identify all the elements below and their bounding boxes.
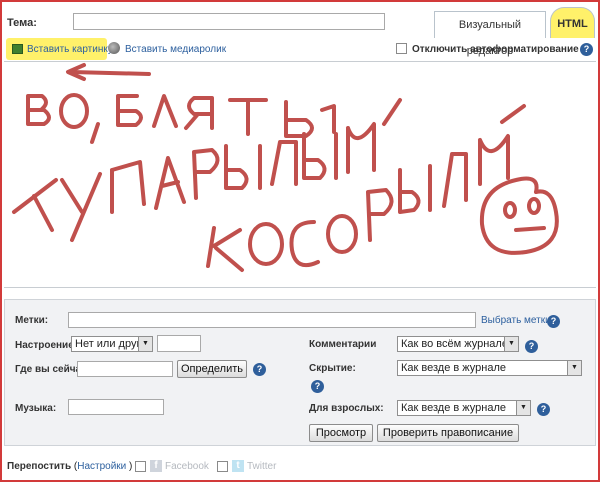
mood-custom-input[interactable] xyxy=(157,335,201,352)
comments-label: Комментарии xyxy=(309,339,377,350)
facebook-checkbox[interactable] xyxy=(135,461,146,472)
post-options-panel: Метки: Выбрать метки ? Настроение: Нет и… xyxy=(4,299,596,446)
arrow-line xyxy=(70,70,151,76)
chevron-down-icon: ▼ xyxy=(567,361,581,375)
subject-label: Тема: xyxy=(7,17,37,29)
chevron-down-icon: ▼ xyxy=(516,401,530,415)
tags-label: Метки: xyxy=(15,315,49,326)
image-icon xyxy=(12,44,23,54)
choose-tags-link[interactable]: Выбрать метки xyxy=(481,315,551,326)
twitter-label: Twitter xyxy=(247,461,277,472)
scribble-drawing xyxy=(12,63,559,272)
adult-content-select-value: Как везде в журнале xyxy=(401,402,506,414)
comments-select-value: Как во всём журнале xyxy=(401,338,508,350)
settings-paren-close: ) xyxy=(129,461,133,472)
spellcheck-button[interactable]: Проверить правописание xyxy=(377,424,519,442)
twitter-icon: t xyxy=(232,460,244,472)
autoformat-checkbox[interactable] xyxy=(396,43,407,54)
tab-html[interactable]: HTML xyxy=(550,7,595,38)
privacy-label: Скрытие: xyxy=(309,363,356,374)
music-input[interactable] xyxy=(68,399,164,415)
autoformat-label: Отключить автоформатирование xyxy=(412,44,579,55)
preview-button[interactable]: Просмотр xyxy=(309,424,373,442)
adult-content-label: Для взрослых: xyxy=(309,403,384,414)
crosspost-row: Перепостить (Настройки ) xyxy=(7,461,132,472)
crosspost-label: Перепостить xyxy=(7,461,72,472)
facebook-icon: f xyxy=(150,460,162,472)
twitter-checkbox[interactable] xyxy=(217,461,228,472)
adult-content-select[interactable]: Как везде в журнале ▼ xyxy=(397,400,531,416)
media-icon xyxy=(108,42,120,54)
insert-image-link[interactable]: Вставить картинку xyxy=(27,44,113,55)
mood-select[interactable]: Нет или другое ▼ xyxy=(71,336,153,352)
facebook-label: Facebook xyxy=(165,461,209,472)
detect-location-button[interactable]: Определить xyxy=(177,360,247,378)
chevron-down-icon: ▼ xyxy=(138,337,152,351)
privacy-select-value: Как везде в журнале xyxy=(401,362,506,374)
tags-help-icon[interactable]: ? xyxy=(547,315,560,328)
crosspost-settings-link[interactable]: Настройки xyxy=(77,461,126,472)
privacy-help-icon[interactable]: ? xyxy=(311,380,324,393)
comments-select[interactable]: Как во всём журнале ▼ xyxy=(397,336,519,352)
tags-input[interactable] xyxy=(68,312,476,328)
mood-label: Настроение: xyxy=(15,340,78,351)
chevron-down-icon: ▼ xyxy=(504,337,518,351)
tab-visual-editor[interactable]: Визуальный редактор xyxy=(434,11,546,57)
location-help-icon[interactable]: ? xyxy=(253,363,266,376)
editor-textarea[interactable] xyxy=(4,62,596,288)
autoformat-help-icon[interactable]: ? xyxy=(580,43,593,56)
editor-toolbar: Вставить картинку Вставить медиаролик От… xyxy=(4,38,596,62)
music-label: Музыка: xyxy=(15,403,57,414)
privacy-select[interactable]: Как везде в журнале ▼ xyxy=(397,360,582,376)
subject-input[interactable] xyxy=(73,13,385,30)
adult-help-icon[interactable]: ? xyxy=(537,403,550,416)
insert-video-link[interactable]: Вставить медиаролик xyxy=(125,44,226,55)
comments-help-icon[interactable]: ? xyxy=(525,340,538,353)
location-input[interactable] xyxy=(77,361,173,377)
